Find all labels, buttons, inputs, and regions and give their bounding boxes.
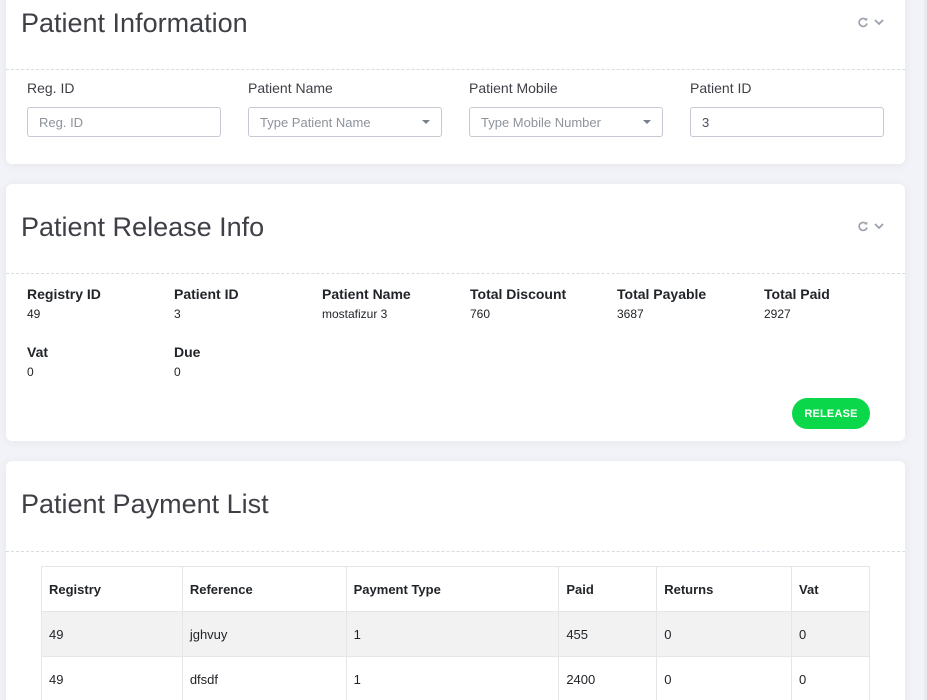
payment-table: Registry Reference Payment Type Paid Ret… [41,566,870,700]
patient-mobile-field: Patient Mobile Type Mobile Number [469,80,663,137]
patient-mobile-select[interactable]: Type Mobile Number [469,107,663,137]
info-total-paid: Total Paid 2927 [764,286,904,321]
table-cell: 0 [656,611,793,657]
patient-mobile-placeholder: Type Mobile Number [481,114,601,130]
info-value: 3 [174,307,181,321]
info-value: 760 [470,307,491,321]
patient-name-placeholder: Type Patient Name [260,114,371,130]
patient-release-card: Patient Release Info Registry ID 49 Pati… [6,184,905,441]
patient-payment-title: Patient Payment List [21,489,269,519]
reload-icon[interactable] [857,220,869,232]
column-header: Registry [41,566,183,612]
info-value: 49 [27,307,41,321]
info-value: 0 [27,365,34,379]
info-label: Due [174,344,201,360]
info-value: 3687 [617,307,644,321]
column-header: Reference [181,566,347,612]
info-label: Vat [27,344,49,360]
chevron-down-icon[interactable] [873,220,885,232]
patient-id-input[interactable] [690,107,884,137]
patient-payment-card: Patient Payment List Registry Reference … [6,461,905,700]
patient-mobile-label: Patient Mobile [469,80,558,96]
patient-release-title: Patient Release Info [21,212,265,242]
reg-id-input[interactable] [27,107,221,137]
info-label: Total Payable [617,286,707,302]
table-row: 49 dfsdf 1 2400 0 0 [41,656,870,700]
table-cell: 1 [345,611,560,657]
patient-name-field: Patient Name Type Patient Name [248,80,442,137]
reload-icon[interactable] [857,16,869,28]
patient-information-card: Patient Information Reg. ID Patient Name… [6,0,905,164]
table-cell: jghvuy [181,611,347,657]
patient-name-label: Patient Name [248,80,333,96]
info-value: 0 [174,365,181,379]
patient-release-header: Patient Release Info [6,184,905,274]
info-total-payable: Total Payable 3687 [617,286,757,321]
info-label: Patient ID [174,286,239,302]
column-header: Vat [791,566,870,612]
info-label: Total Discount [470,286,567,302]
info-total-discount: Total Discount 760 [470,286,610,321]
info-label: Registry ID [27,286,101,302]
info-patient-id: Patient ID 3 [174,286,314,321]
card-tools [857,220,885,232]
patient-information-header: Patient Information [6,0,905,70]
column-header: Returns [656,566,793,612]
info-value: mostafizur 3 [322,307,388,321]
table-cell: 1 [345,656,560,700]
info-due: Due 0 [174,344,314,379]
dropdown-caret-icon [422,120,430,124]
info-vat: Vat 0 [27,344,167,379]
card-tools [857,16,885,28]
table-header-row: Registry Reference Payment Type Paid Ret… [41,566,870,612]
table-cell: 49 [41,656,183,700]
info-label: Total Paid [764,286,830,302]
patient-payment-header: Patient Payment List [6,461,905,552]
table-cell: 0 [656,656,793,700]
column-header: Paid [558,566,658,612]
patient-information-title: Patient Information [21,8,248,38]
table-cell: dfsdf [181,656,347,700]
table-cell: 49 [41,611,183,657]
info-registry-id: Registry ID 49 [27,286,167,321]
table-cell: 2400 [558,656,658,700]
column-header: Payment Type [345,566,560,612]
release-button[interactable]: RELEASE [792,398,870,429]
table-cell: 0 [791,611,870,657]
patient-id-field: Patient ID [690,80,884,137]
table-row: 49 jghvuy 1 455 0 0 [41,611,870,657]
reg-id-field: Reg. ID [27,80,221,137]
info-label: Patient Name [322,286,411,302]
info-patient-name: Patient Name mostafizur 3 [322,286,462,321]
table-cell: 455 [558,611,658,657]
table-cell: 0 [791,656,870,700]
patient-name-select[interactable]: Type Patient Name [248,107,442,137]
chevron-down-icon[interactable] [873,16,885,28]
info-value: 2927 [764,307,791,321]
dropdown-caret-icon [643,120,651,124]
reg-id-label: Reg. ID [27,80,75,96]
patient-id-label: Patient ID [690,80,752,96]
